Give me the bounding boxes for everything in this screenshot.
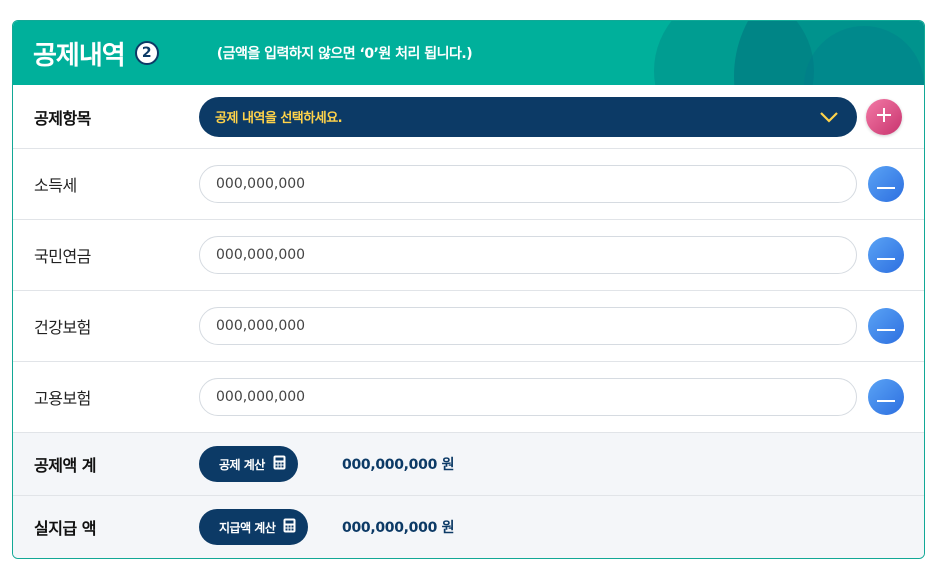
row-label: 공제액 계 <box>34 456 96 475</box>
add-item-button[interactable] <box>866 98 902 135</box>
row-label: 소득세 <box>34 176 77 195</box>
national-pension-input[interactable] <box>199 236 857 274</box>
deduction-row: 고용보험 <box>13 361 924 432</box>
chevron-down-icon <box>819 109 839 128</box>
calculator-icon <box>283 518 296 536</box>
remove-item-button[interactable] <box>868 308 904 344</box>
deduction-row: 국민연금 <box>13 219 924 290</box>
deduction-item-select[interactable]: 공제 내역을 선택하세요. <box>199 96 857 137</box>
button-label: 공제 계산 <box>219 457 265 472</box>
row-label: 국민연금 <box>34 247 91 266</box>
row-label: 고용보험 <box>34 389 91 408</box>
deduction-total-row: 공제액 계 공제 계산 000,000,000 원 <box>13 432 924 495</box>
deduction-total-amount: 000,000,000 원 <box>342 457 455 473</box>
row-label: 건강보험 <box>34 318 91 337</box>
header-note: (금액을 입력하지 않으면 ‘0’원 처리 됩니다.) <box>216 46 473 62</box>
net-pay-row: 실지급 액 지급액 계산 000,000,000 원 <box>13 495 924 558</box>
deduction-row: 소득세 <box>13 148 924 219</box>
remove-item-button[interactable] <box>868 237 904 273</box>
row-label: 공제항목 <box>34 108 91 128</box>
minus-icon <box>876 317 896 336</box>
plus-icon <box>875 106 893 128</box>
remove-item-button[interactable] <box>868 166 904 202</box>
select-text: 공제 내역을 선택하세요. <box>215 111 343 126</box>
minus-icon <box>876 175 896 194</box>
deduction-item-row: 공제항목 공제 내역을 선택하세요. <box>13 85 924 148</box>
step-badge: 2 <box>134 41 159 65</box>
calculator-icon <box>273 455 286 473</box>
remove-item-button[interactable] <box>868 379 904 415</box>
panel-title: 공제내역 <box>33 40 126 71</box>
deduction-panel: 공제내역 2 (금액을 입력하지 않으면 ‘0’원 처리 됩니다.) 공제항목 … <box>12 20 925 559</box>
button-label: 지급액 계산 <box>219 520 276 535</box>
deduction-row: 건강보험 <box>13 290 924 361</box>
row-label: 실지급 액 <box>34 519 96 538</box>
minus-icon <box>876 246 896 265</box>
net-pay-amount: 000,000,000 원 <box>342 520 455 536</box>
income-tax-input[interactable] <box>199 165 857 203</box>
employment-insurance-input[interactable] <box>199 378 857 416</box>
calculate-net-pay-button[interactable]: 지급액 계산 <box>199 509 309 545</box>
minus-icon <box>876 388 896 407</box>
health-insurance-input[interactable] <box>199 307 857 345</box>
calculate-deduction-button[interactable]: 공제 계산 <box>199 446 298 482</box>
panel-header: 공제내역 2 (금액을 입력하지 않으면 ‘0’원 처리 됩니다.) <box>13 21 924 85</box>
